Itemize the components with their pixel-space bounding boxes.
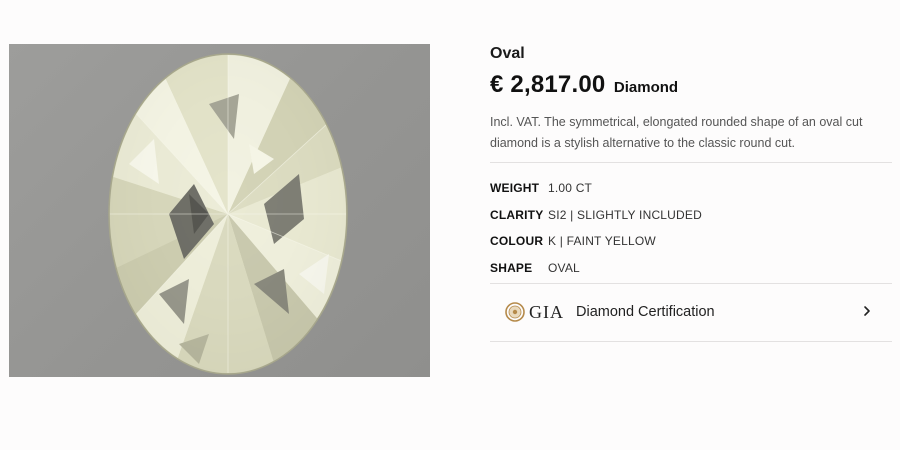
product-description: Incl. VAT. The symmetrical, elongated ro… [490,115,863,150]
gia-logo-text: GIA [529,301,564,322]
product-type: Diamond [613,79,679,96]
divider [490,341,892,342]
spec-value: OVAL [548,260,580,275]
spec-key: SHAPE [490,260,533,275]
chevron-right-icon [864,306,870,316]
spec-key: COLOUR [490,234,544,249]
product-details: Oval € 2,817.00 Diamond Incl. VAT. The s… [490,0,892,450]
spec-row-clarity: CLARITY SI2 | SLIGHTLY INCLUDED [490,202,702,229]
spec-row-shape: SHAPE OVAL [490,255,702,282]
divider [490,162,892,163]
spec-value: SI2 | SLIGHTLY INCLUDED [548,207,702,222]
oval-diamond-image [108,53,348,375]
spec-value: K | FAINT YELLOW [548,234,656,249]
price-row: € 2,817.00 Diamond [490,71,678,99]
product-shape-title: Oval [490,45,525,62]
spec-key: CLARITY [490,207,544,222]
gia-seal-icon [505,302,525,322]
spec-row-colour: COLOUR K | FAINT YELLOW [490,228,702,255]
certification-link[interactable]: GIA Diamond Certification [490,284,892,340]
certification-label: Diamond Certification [576,304,715,320]
product-price: € 2,817.00 [490,71,606,98]
spec-row-weight: WEIGHT 1.00 CT [490,175,702,202]
product-photo[interactable] [9,44,430,377]
spec-list: WEIGHT 1.00 CT CLARITY SI2 | SLIGHTLY IN… [490,175,702,281]
spec-key: WEIGHT [490,181,540,196]
spec-value: 1.00 CT [548,181,593,196]
